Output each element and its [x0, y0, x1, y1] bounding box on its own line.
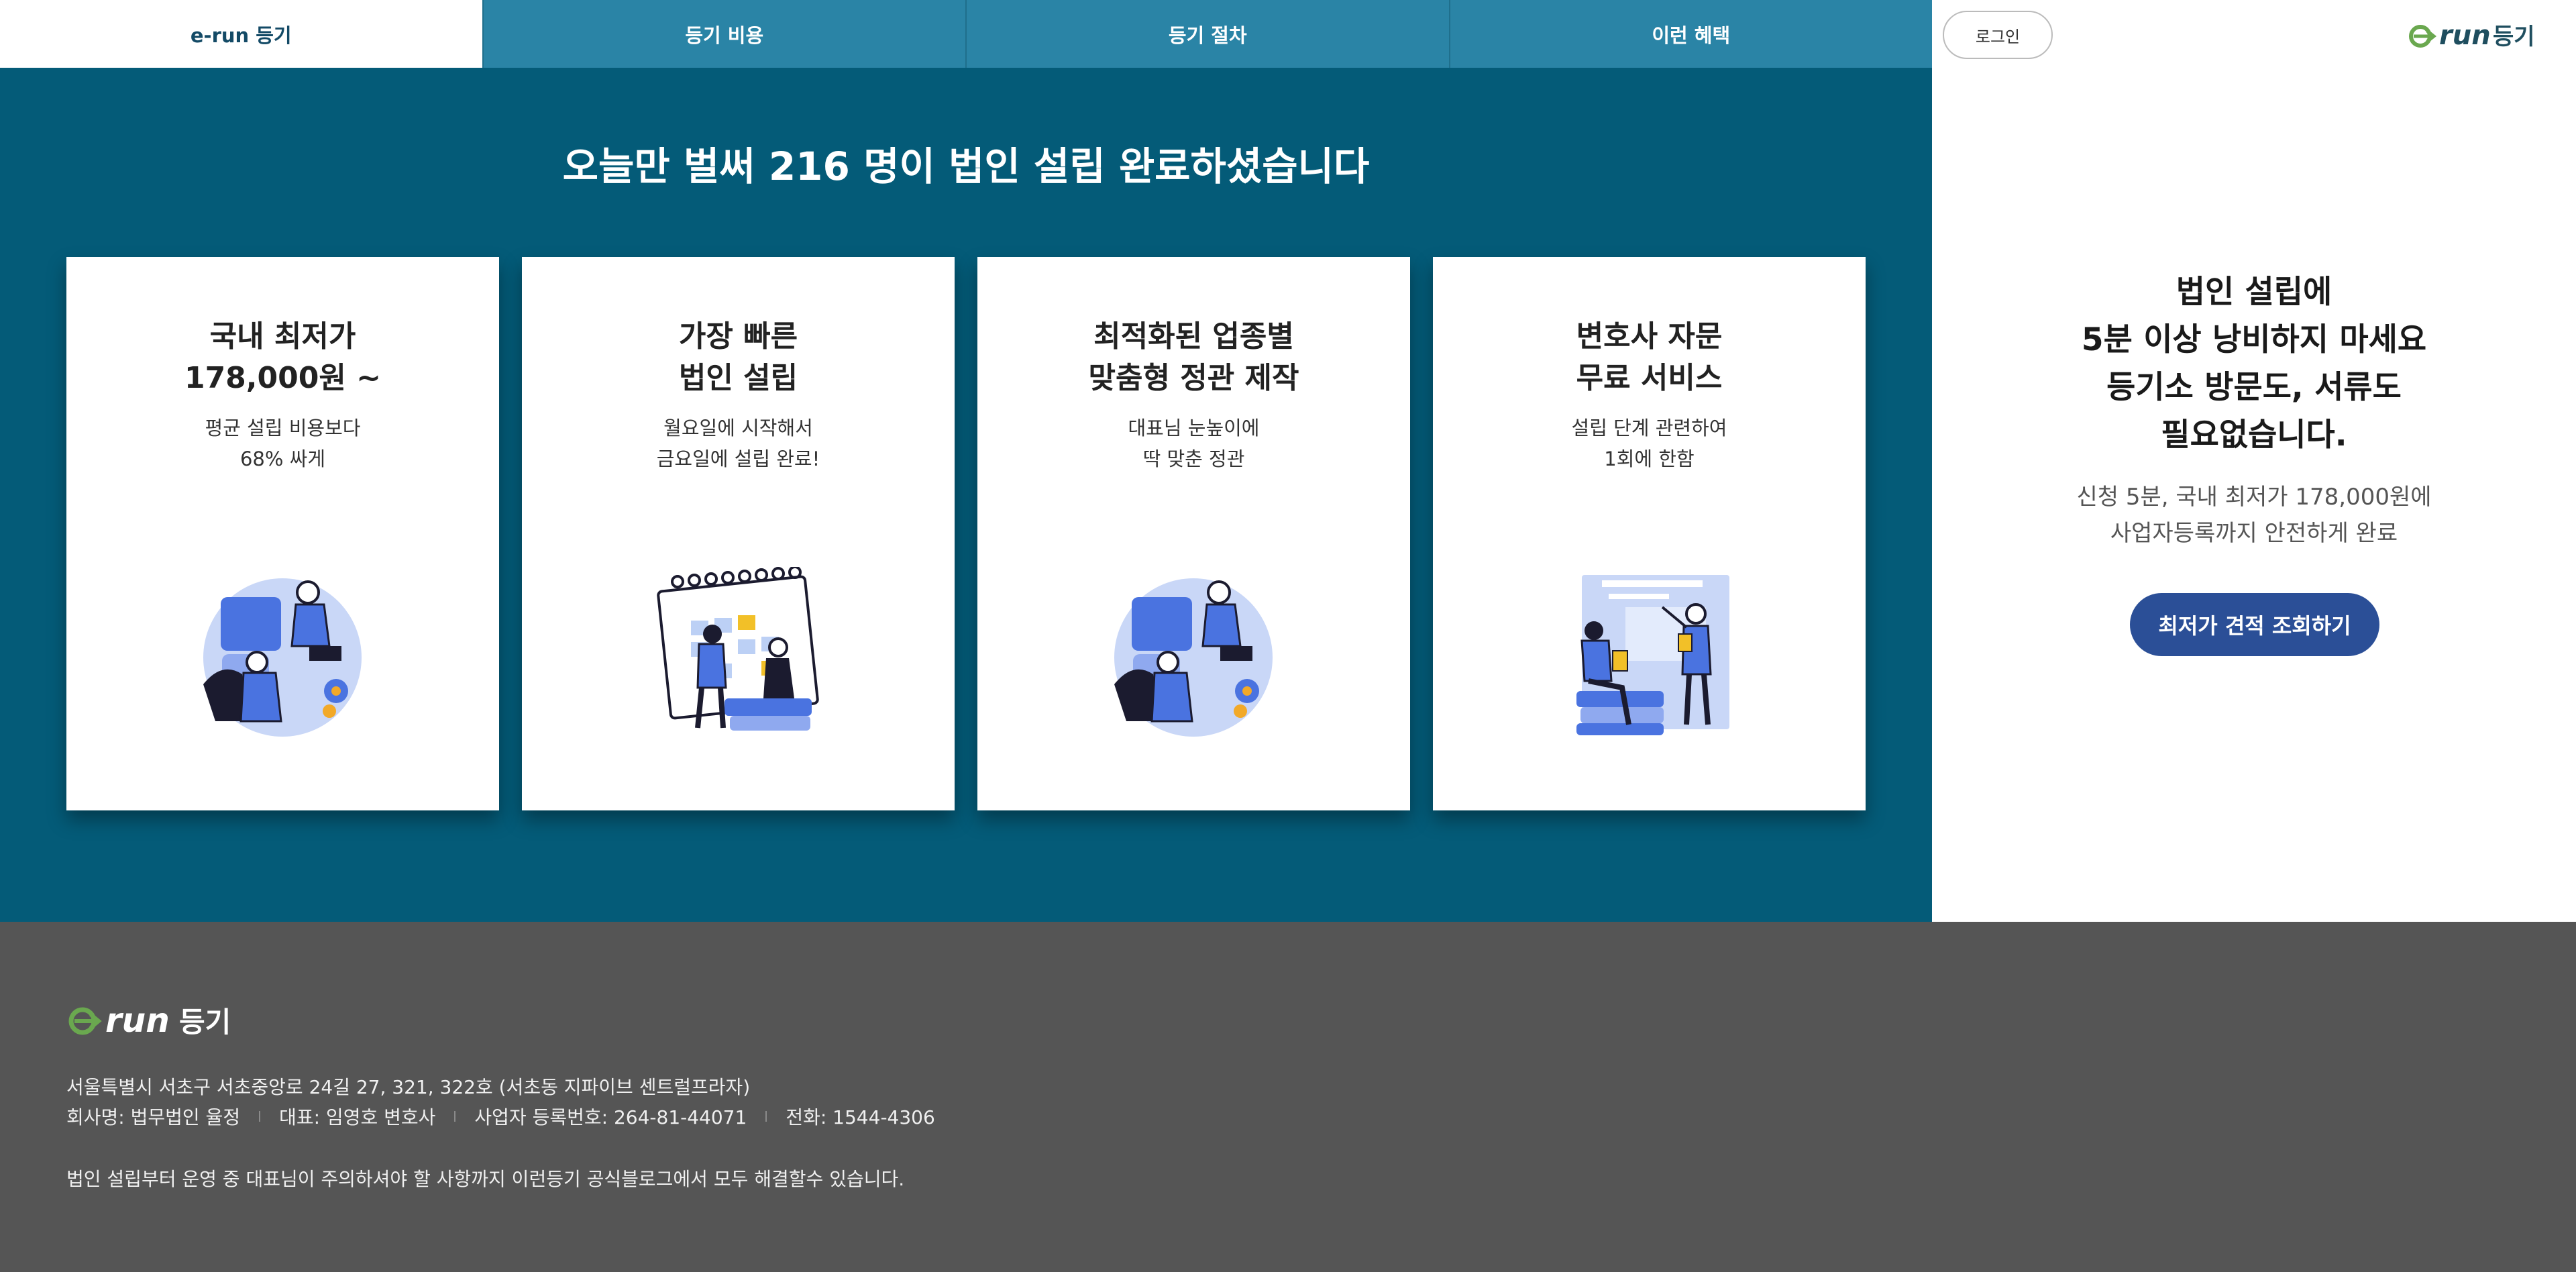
side-heading-line: 법인 설립에: [2176, 274, 2332, 311]
main-section: 오늘만 벌써 216 명이 법인 설립 완료하셨습니다 국내 최저가 178,0…: [0, 68, 1932, 922]
svg-text:등기: 등기: [2493, 23, 2535, 50]
card-desc-line: 설립 단계 관련하여: [1571, 417, 1727, 439]
card-desc-line: 금요일에 설립 완료!: [656, 447, 820, 470]
card-title: 국내 최저가 178,000원 ~: [66, 316, 499, 399]
company-address: 서울특별시 서초구 서초중앙로 24길 27, 321, 322호 (서초동 지…: [66, 1076, 751, 1098]
divider: [765, 1111, 767, 1122]
puzzle-team-illustration: [1114, 578, 1273, 737]
svg-text:run: run: [2439, 20, 2491, 51]
side-subtext: 신청 5분, 국내 최저가 178,000원에 사업자등록까지 안전하게 완료: [1932, 479, 2576, 551]
svg-text:run: run: [105, 1001, 170, 1040]
side-heading-line: 등기소 방문도, 서류도: [2106, 369, 2402, 406]
card-title-line: 가장 빠른: [678, 319, 798, 354]
blog-notice: 법인 설립부터 운영 중 대표님이 주의하셔야 할 사항까지 이런등기 공식블로…: [66, 1168, 905, 1190]
signup-count-heading: 오늘만 벌써 216 명이 법인 설립 완료하셨습니다: [562, 144, 1370, 189]
puzzle-team-illustration: [203, 578, 362, 737]
feature-card-price: 국내 최저가 178,000원 ~ 평균 설립 비용보다 68% 싸게: [66, 257, 499, 810]
side-subtext-line: 사업자등록까지 안전하게 완료: [2110, 520, 2398, 547]
card-desc-line: 딱 맞춘 정관: [1142, 447, 1245, 470]
tab-procedure[interactable]: 등기 절차: [965, 0, 1449, 68]
company-info: 회사명: 법무법인 율정 대표: 임영호 변호사 사업자 등록번호: 264-8…: [66, 1103, 935, 1130]
card-description: 대표님 눈높이에 딱 맞춘 정관: [977, 413, 1410, 474]
divider: [454, 1111, 456, 1122]
e-run-logo-icon: run 등기: [2409, 20, 2535, 51]
card-desc-line: 평균 설립 비용보다: [205, 417, 361, 439]
feature-card-speed: 가장 빠른 법인 설립 월요일에 시작해서 금요일에 설립 완료!: [522, 257, 955, 810]
card-description: 월요일에 시작해서 금요일에 설립 완료!: [522, 413, 955, 474]
card-title-line: 변호사 자문: [1576, 319, 1723, 354]
card-desc-line: 1회에 한함: [1604, 447, 1695, 470]
top-nav: e-run 등기 등기 비용 등기 절차 이런 혜택: [0, 0, 1932, 68]
card-title: 변호사 자문 무료 서비스: [1433, 316, 1866, 399]
card-title-line: 최적화된 업종별: [1093, 319, 1294, 354]
lowest-price-quote-button[interactable]: 최저가 견적 조회하기: [2130, 593, 2379, 656]
side-heading: 법인 설립에 5분 이상 낭비하지 마세요 등기소 방문도, 서류도 필요없습니…: [1932, 268, 2576, 459]
card-description: 평균 설립 비용보다 68% 싸게: [66, 413, 499, 474]
feature-cards: 국내 최저가 178,000원 ~ 평균 설립 비용보다 68% 싸게 가장 빠…: [66, 257, 1866, 810]
side-subtext-line: 신청 5분, 국내 최저가 178,000원에: [2076, 484, 2432, 511]
ceo-name: 대표: 임영호 변호사: [279, 1106, 436, 1128]
footer: run 등기 서울특별시 서초구 서초중앙로 24길 27, 321, 322호…: [0, 922, 2576, 1272]
feature-card-lawyer: 변호사 자문 무료 서비스 설립 단계 관련하여 1회에 한함: [1433, 257, 1866, 810]
card-description: 설립 단계 관련하여 1회에 한함: [1433, 413, 1866, 474]
business-number: 사업자 등록번호: 264-81-44071: [474, 1106, 747, 1128]
card-desc-line: 68% 싸게: [239, 447, 326, 470]
feature-card-articles: 최적화된 업종별 맞춤형 정관 제작 대표님 눈높이에 딱 맞춘 정관: [977, 257, 1410, 810]
brand-logo[interactable]: run 등기: [2407, 19, 2541, 54]
side-panel: 로그인 run 등기 법인 설립에 5분 이상 낭비하지 마세요 등기소 방문도…: [1932, 0, 2576, 922]
card-desc-line: 대표님 눈높이에: [1128, 417, 1260, 439]
card-title-line: 맞춤형 정관 제작: [1088, 361, 1299, 395]
login-button[interactable]: 로그인: [1943, 11, 2053, 59]
svg-text:등기: 등기: [179, 1006, 231, 1039]
divider: [259, 1111, 261, 1122]
tab-benefits[interactable]: 이런 혜택: [1448, 0, 1932, 68]
tab-cost[interactable]: 등기 비용: [482, 0, 965, 68]
card-title-line: 법인 설립: [678, 361, 798, 395]
phone-number: 전화: 1544-4306: [786, 1106, 935, 1128]
card-desc-line: 월요일에 시작해서: [663, 417, 813, 439]
side-heading-line: 5분 이상 낭비하지 마세요: [2081, 321, 2427, 358]
presentation-board-illustration: [1576, 575, 1729, 735]
side-heading-line: 필요없습니다.: [2161, 417, 2347, 454]
tab-e-run[interactable]: e-run 등기: [0, 0, 482, 68]
calendar-planning-illustration: [657, 567, 819, 731]
company-name: 회사명: 법무법인 율정: [66, 1106, 241, 1128]
card-title-line: 178,000원 ~: [184, 361, 382, 395]
card-title: 최적화된 업종별 맞춤형 정관 제작: [977, 316, 1410, 399]
card-title-line: 국내 최저가: [209, 319, 356, 354]
e-run-logo-icon: run 등기: [68, 1001, 231, 1040]
card-title: 가장 빠른 법인 설립: [522, 316, 955, 399]
card-title-line: 무료 서비스: [1576, 361, 1723, 395]
footer-logo: run 등기: [66, 1000, 241, 1043]
